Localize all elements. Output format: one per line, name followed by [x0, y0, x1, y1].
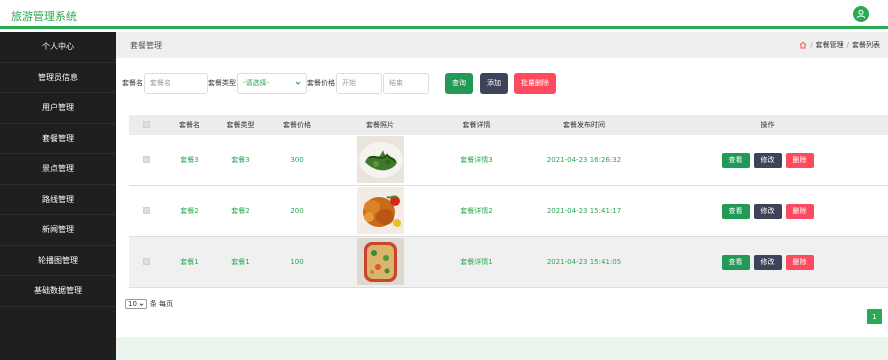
breadcrumb-separator: /: [810, 41, 813, 49]
row-select-cell: [129, 257, 164, 267]
table-row: 套餐2 套餐2 200 套餐详情2 2021-04-23 15:41:17 查看…: [129, 186, 888, 237]
package-photo-fried-chicken: [356, 186, 404, 234]
add-button[interactable]: 添加: [480, 72, 508, 94]
column-header: 套餐照片: [366, 121, 394, 129]
cell-name: 套餐3: [180, 156, 199, 164]
name-input[interactable]: 套餐名: [144, 72, 208, 94]
type-select[interactable]: -请选择-: [237, 72, 307, 94]
sidebar-item-carousel[interactable]: 轮播图管理: [0, 246, 116, 276]
cell-photo: [328, 186, 432, 236]
cell-photo: [328, 237, 432, 287]
cell-actions: 查看 修改 删除: [647, 203, 888, 219]
chevron-down-icon: [139, 302, 144, 306]
select-all-cell: [129, 120, 164, 130]
content-panel: 套餐管理 / 套餐管理 / 套餐列表 套餐名 套餐名 套餐类型 -请选择- 套餐…: [116, 32, 888, 337]
query-button[interactable]: 查询: [445, 72, 473, 94]
package-table: 套餐名 套餐类型 套餐价格 套餐照片 套餐详情 套餐发布时间 操作 套餐3 套餐…: [129, 115, 888, 288]
package-photo-dish: [356, 237, 404, 285]
sidebar-item-base-data[interactable]: 基础数据管理: [0, 276, 116, 307]
main-area: 套餐管理 / 套餐管理 / 套餐列表 套餐名 套餐名 套餐类型 -请选择- 套餐…: [116, 32, 888, 360]
delete-button[interactable]: 删除: [785, 254, 814, 270]
table-row: 套餐3 套餐3 300 套餐详情3 2021-04-23 16:26:32 查看…: [129, 135, 888, 186]
edit-button[interactable]: 修改: [753, 254, 782, 270]
price-start-input[interactable]: 开始: [336, 72, 382, 94]
delete-button[interactable]: 删除: [785, 152, 814, 168]
page-size-control: 10 条 每页: [125, 299, 173, 309]
column-header: 套餐名: [179, 121, 200, 129]
cell-time: 2021-04-23 16:26:32: [546, 156, 622, 164]
breadcrumb-item-current: 套餐列表: [852, 41, 880, 49]
select-all-checkbox[interactable]: [143, 120, 150, 128]
package-photo-greens: [356, 135, 404, 183]
table-header: 套餐名 套餐类型 套餐价格 套餐照片 套餐详情 套餐发布时间 操作: [129, 115, 888, 135]
row-checkbox[interactable]: [143, 206, 150, 214]
cell-type: 套餐3: [231, 156, 250, 164]
sidebar-item-admin-info[interactable]: 管理员信息: [0, 63, 116, 93]
cell-actions: 查看 修改 删除: [647, 152, 888, 168]
column-header: 套餐发布时间: [563, 121, 605, 129]
edit-button[interactable]: 修改: [753, 152, 782, 168]
cell-price: 100: [290, 258, 304, 266]
row-checkbox[interactable]: [143, 257, 150, 265]
cell-type: 套餐2: [231, 207, 250, 215]
type-label: 套餐类型: [208, 79, 236, 87]
breadcrumb-item[interactable]: 套餐管理: [816, 40, 844, 50]
cell-name: 套餐2: [180, 207, 199, 215]
cell-detail: 套餐详情3: [460, 156, 493, 164]
top-bar: 旅游管理系统: [0, 0, 888, 29]
sidebar-item-packages[interactable]: 套餐管理: [0, 124, 116, 154]
name-label: 套餐名: [122, 79, 143, 87]
sidebar-item-news[interactable]: 新闻管理: [0, 215, 116, 246]
delete-button[interactable]: 删除: [785, 203, 814, 219]
user-icon: [856, 9, 866, 19]
page-size-select[interactable]: 10: [125, 299, 147, 309]
sidebar-item-routes[interactable]: 路线管理: [0, 185, 116, 215]
price-end-input[interactable]: 结束: [383, 72, 429, 94]
page-size-value: 10: [128, 300, 137, 308]
batch-delete-button[interactable]: 批量删除: [514, 72, 556, 94]
row-select-cell: [129, 155, 164, 165]
cell-type: 套餐1: [231, 258, 250, 266]
cell-actions: 查看 修改 删除: [647, 254, 888, 270]
column-header: 套餐类型: [226, 121, 255, 129]
view-button[interactable]: 查看: [721, 152, 750, 168]
cell-time: 2021-04-23 15:41:17: [546, 207, 622, 215]
page-title: 套餐管理: [130, 41, 162, 50]
cell-price: 200: [290, 207, 304, 215]
cell-detail: 套餐详情1: [460, 258, 493, 266]
cell-photo: [328, 135, 432, 185]
view-button[interactable]: 查看: [721, 203, 750, 219]
sidebar-item-attractions[interactable]: 景点管理: [0, 154, 116, 185]
sidebar-item-users[interactable]: 用户管理: [0, 93, 116, 124]
cell-name: 套餐1: [180, 258, 199, 266]
page-size-suffix: 条 每页: [149, 300, 174, 308]
sidebar-item-profile[interactable]: 个人中心: [0, 32, 116, 63]
row-checkbox[interactable]: [143, 155, 150, 163]
chevron-down-icon: [295, 81, 301, 85]
type-select-value: -请选择-: [243, 79, 270, 87]
price-label: 套餐价格: [307, 79, 335, 87]
edit-button[interactable]: 修改: [753, 203, 782, 219]
column-header: 套餐详情: [462, 121, 491, 129]
app-title: 旅游管理系统: [11, 10, 77, 23]
cell-detail: 套餐详情2: [460, 207, 493, 215]
page-button-current[interactable]: 1: [867, 309, 882, 324]
breadcrumb-separator: /: [846, 41, 849, 49]
table-row: 套餐1 套餐1 100 套餐详情1 2021-04-23 15:41:05 查看…: [129, 237, 888, 288]
cell-time: 2021-04-23 15:41:05: [546, 258, 622, 266]
sidebar: 个人中心 管理员信息 用户管理 套餐管理 景点管理 路线管理 新闻管理 轮播图管…: [0, 32, 116, 360]
search-form: 套餐名 套餐名 套餐类型 -请选择- 套餐价格 开始 结束 查询 添加 批量删除: [122, 72, 556, 94]
view-button[interactable]: 查看: [721, 254, 750, 270]
column-header: 操作: [760, 121, 775, 129]
breadcrumb: / 套餐管理 / 套餐列表: [799, 40, 880, 50]
breadcrumb-bar: 套餐管理 / 套餐管理 / 套餐列表: [116, 32, 888, 58]
row-select-cell: [129, 206, 164, 216]
home-icon[interactable]: [799, 41, 807, 49]
cell-price: 300: [290, 156, 304, 164]
column-header: 套餐价格: [283, 121, 311, 129]
user-avatar-button[interactable]: [853, 6, 869, 22]
